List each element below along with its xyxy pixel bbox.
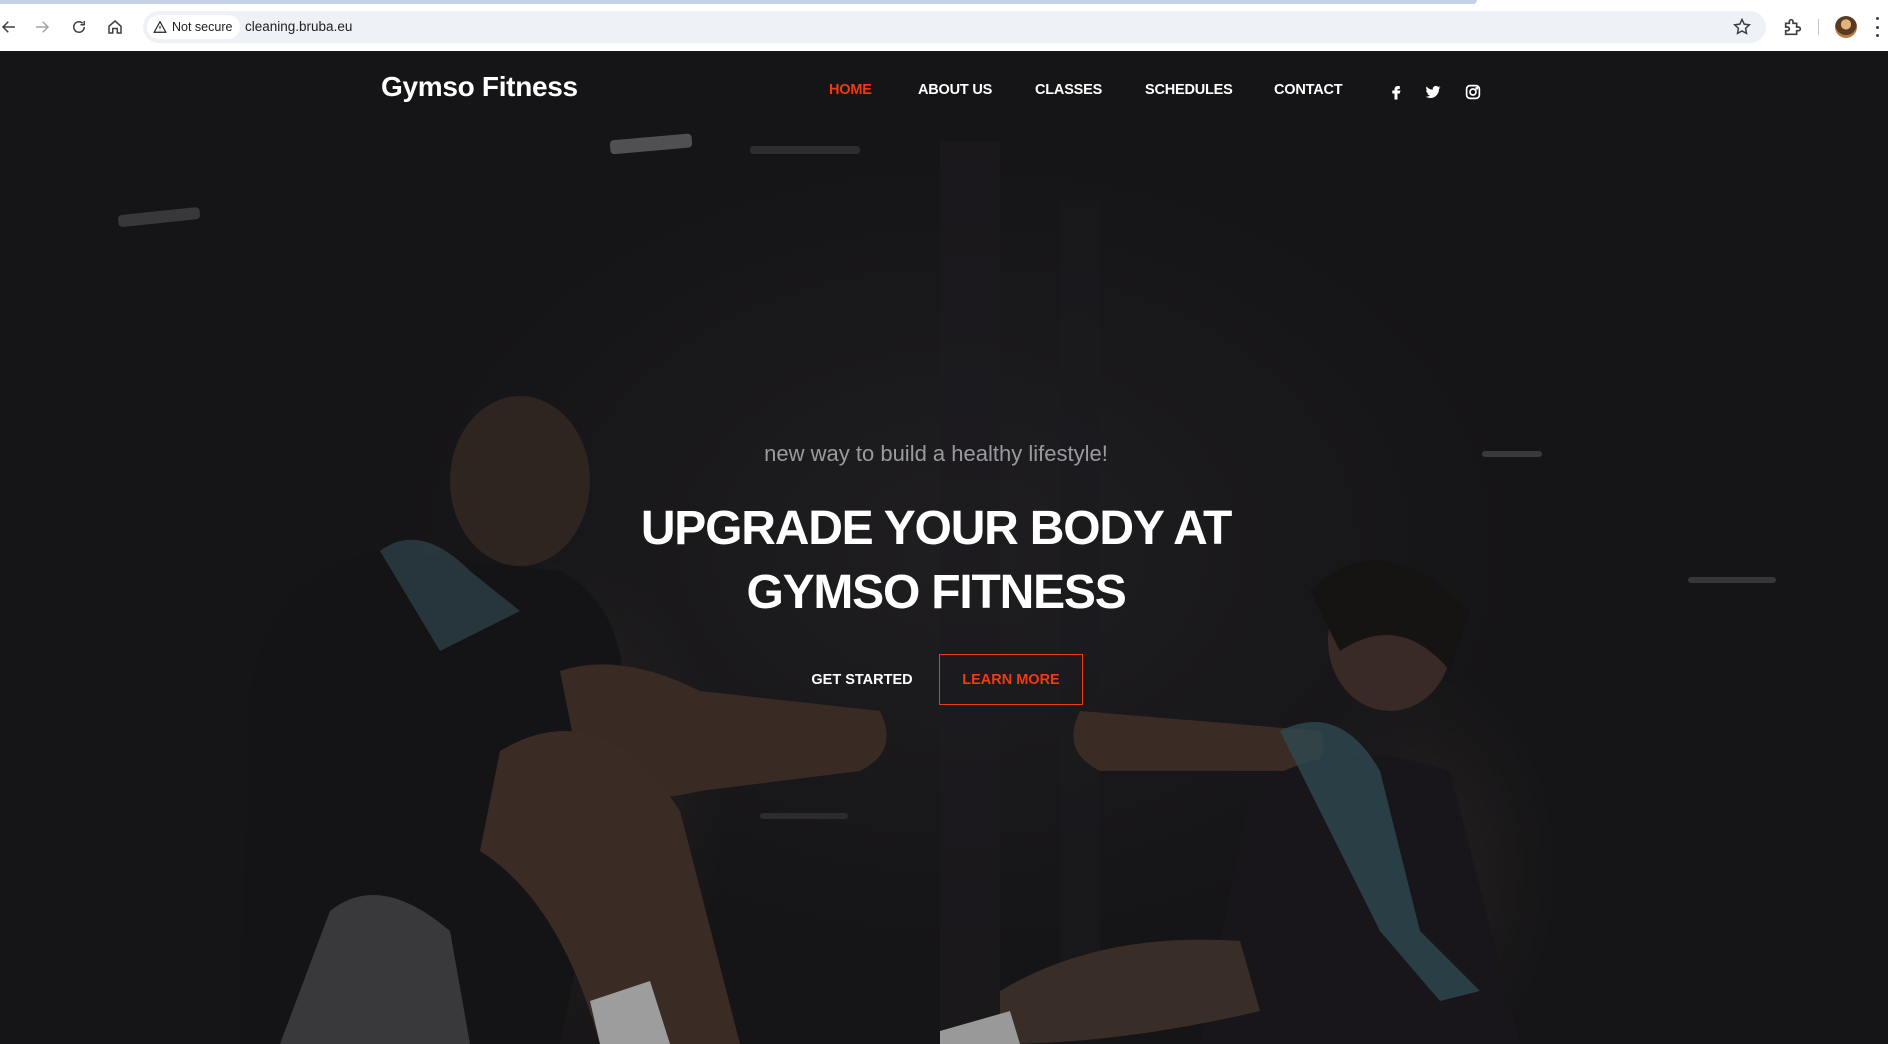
nav-schedules[interactable]: SCHEDULES <box>1145 82 1233 98</box>
browser-toolbar: Not secure cleaning.bruba.eu <box>0 0 1888 51</box>
learn-more-button[interactable]: LEARN MORE <box>939 654 1083 705</box>
address-bar[interactable]: Not secure cleaning.bruba.eu <box>143 11 1766 43</box>
page-load-progress <box>0 0 1477 4</box>
toolbar-divider <box>1818 19 1819 35</box>
more-vert-icon[interactable] <box>1872 17 1882 37</box>
hero-title: UPGRADE YOUR BODY AT GYMSO FITNESS <box>0 497 1872 625</box>
facebook-icon[interactable] <box>1385 81 1407 103</box>
twitter-icon[interactable] <box>1422 81 1444 103</box>
instagram-icon[interactable] <box>1462 81 1484 103</box>
nav-home[interactable]: HOME <box>829 82 872 98</box>
extensions-puzzle-icon[interactable] <box>1782 16 1804 38</box>
security-label: Not secure <box>172 20 233 34</box>
back-arrow-icon[interactable] <box>0 12 24 42</box>
hero-title-line-1: UPGRADE YOUR BODY AT <box>640 502 1233 555</box>
nav-about-us[interactable]: ABOUT US <box>918 82 992 98</box>
get-started-button[interactable]: GET STARTED <box>800 655 924 705</box>
url-text[interactable]: cleaning.bruba.eu <box>245 19 352 34</box>
profile-avatar[interactable] <box>1835 16 1857 38</box>
reload-icon[interactable] <box>64 12 94 42</box>
nav-classes[interactable]: CLASSES <box>1035 82 1102 98</box>
home-icon[interactable] <box>100 12 130 42</box>
hero-title-line-2: GYMSO FITNESS <box>746 566 1126 619</box>
hero-subtitle: new way to build a healthy lifestyle! <box>764 441 1108 466</box>
warning-triangle-icon <box>153 20 167 33</box>
forward-arrow-icon[interactable] <box>27 12 57 42</box>
site-header: Gymso Fitness HOME ABOUT US CLASSES SCHE… <box>0 51 1888 131</box>
nav-contact[interactable]: CONTACT <box>1274 82 1343 98</box>
site-logo[interactable]: Gymso Fitness <box>381 71 578 103</box>
security-chip[interactable]: Not secure <box>147 15 241 39</box>
bookmark-star-icon[interactable] <box>1732 17 1752 37</box>
hero-section: Gymso Fitness HOME ABOUT US CLASSES SCHE… <box>0 51 1888 1044</box>
